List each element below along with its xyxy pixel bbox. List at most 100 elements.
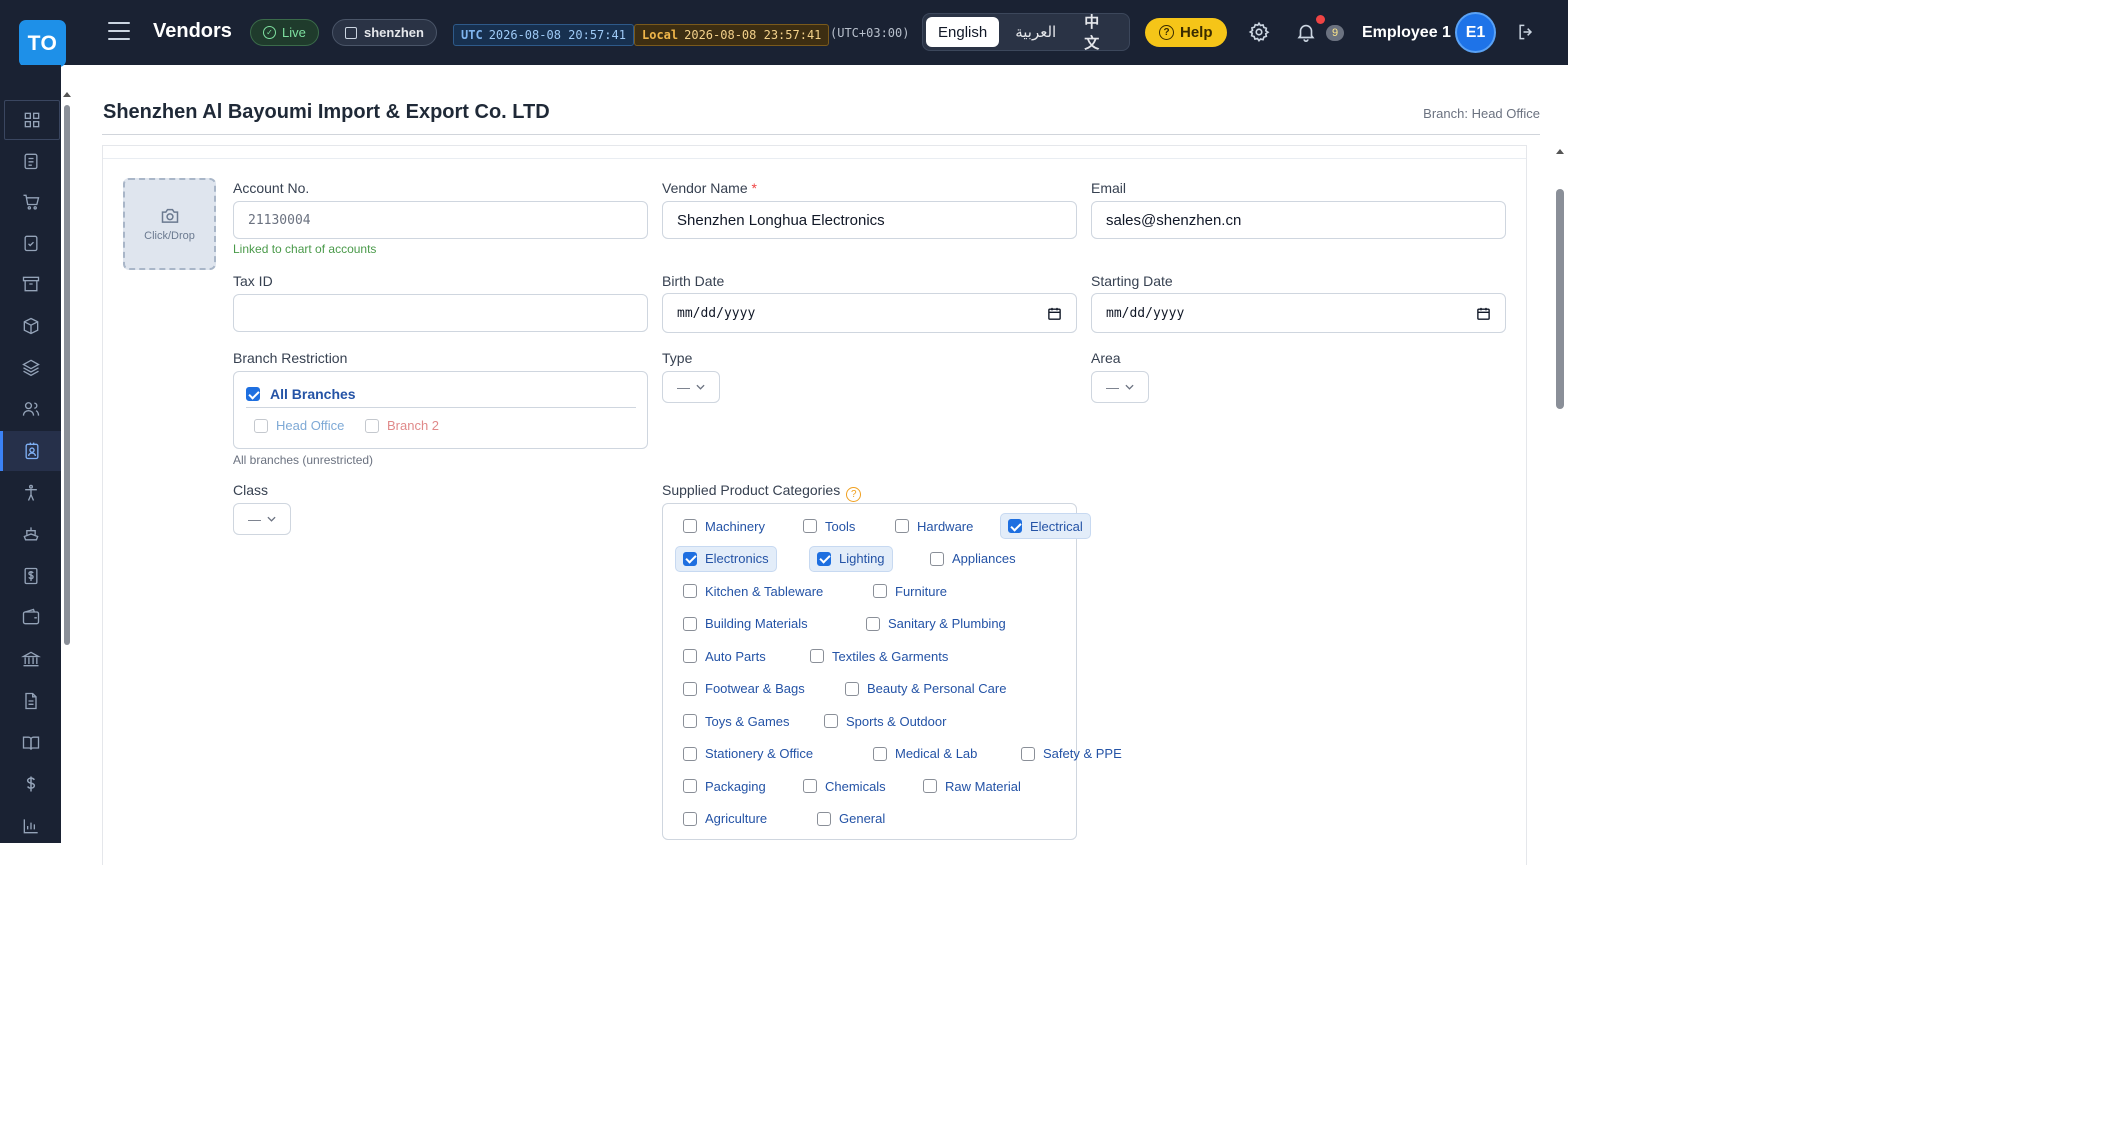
language-chinese-button[interactable]: 中文: [1072, 14, 1126, 52]
checkbox[interactable]: [683, 681, 697, 696]
all-branches-checkbox[interactable]: All Branches: [246, 386, 356, 402]
category-option[interactable]: Beauty & Personal Care: [837, 676, 1014, 702]
category-option[interactable]: Raw Material: [915, 773, 1029, 799]
checkbox[interactable]: [683, 811, 697, 826]
category-option[interactable]: Hardware: [887, 513, 981, 539]
sidebar-item-tasks[interactable]: [0, 223, 61, 263]
sidebar-scroll-thumb[interactable]: [64, 105, 70, 645]
photo-drop-zone[interactable]: Click/Drop: [123, 178, 216, 270]
checkbox[interactable]: [1021, 746, 1035, 761]
checkbox[interactable]: [254, 418, 268, 433]
category-option[interactable]: Medical & Lab: [865, 741, 985, 767]
checkbox-checked[interactable]: [683, 551, 697, 566]
checkbox[interactable]: [873, 584, 887, 598]
live-status-badge[interactable]: ✓ Live: [250, 19, 319, 46]
checkbox[interactable]: [873, 746, 887, 761]
category-option[interactable]: Safety & PPE: [1013, 741, 1130, 767]
sidebar-item-users[interactable]: [0, 389, 61, 429]
category-option[interactable]: Chemicals: [795, 773, 894, 799]
scroll-up-arrow-icon[interactable]: [1556, 149, 1564, 154]
user-name[interactable]: Employee 1: [1362, 24, 1451, 42]
question-icon[interactable]: ?: [846, 487, 862, 502]
checkbox[interactable]: [866, 616, 880, 631]
sidebar-item-layers[interactable]: [0, 347, 61, 387]
sidebar-item-accessibility[interactable]: [0, 473, 61, 513]
page-scrollbar[interactable]: [1553, 145, 1568, 843]
account-no-input[interactable]: 21130004: [233, 201, 648, 239]
category-option[interactable]: Agriculture: [675, 806, 775, 832]
checkbox[interactable]: [923, 779, 937, 793]
sidebar-item-dashboard[interactable]: [4, 100, 60, 140]
category-option[interactable]: Machinery: [675, 513, 773, 539]
sidebar-item-cart[interactable]: [0, 182, 61, 222]
scroll-up-arrow-icon[interactable]: [63, 92, 71, 97]
sidebar-item-currency[interactable]: [0, 764, 61, 804]
organization-selector[interactable]: shenzhen: [332, 19, 437, 46]
category-option[interactable]: Footwear & Bags: [675, 676, 813, 702]
calendar-icon[interactable]: [1047, 306, 1062, 321]
menu-toggle-icon[interactable]: [108, 22, 130, 40]
checkbox[interactable]: [365, 418, 379, 433]
sidebar-item-reports[interactable]: [0, 806, 61, 846]
checkbox[interactable]: [683, 584, 697, 598]
checkbox-checked[interactable]: [246, 387, 260, 401]
checkbox[interactable]: [683, 616, 697, 631]
sidebar-item-orders[interactable]: [0, 141, 61, 181]
category-option[interactable]: Textiles & Garments: [802, 643, 956, 669]
starting-date-input[interactable]: mm/dd/yyyy: [1091, 293, 1506, 333]
checkbox[interactable]: [810, 649, 824, 663]
type-select[interactable]: —: [662, 371, 720, 403]
checkbox[interactable]: [683, 649, 697, 663]
vendor-name-input[interactable]: Shenzhen Longhua Electronics: [662, 201, 1077, 239]
category-option[interactable]: Appliances: [922, 546, 1024, 572]
category-option[interactable]: Electronics: [675, 545, 777, 572]
checkbox[interactable]: [824, 714, 838, 728]
checkbox-checked[interactable]: [817, 551, 831, 566]
gear-icon[interactable]: [1248, 21, 1270, 43]
category-option[interactable]: Sports & Outdoor: [816, 708, 954, 734]
sidebar-item-shipping[interactable]: [0, 514, 61, 554]
sidebar-item-finance[interactable]: [0, 556, 61, 596]
category-option[interactable]: Electrical: [1000, 513, 1091, 539]
checkbox[interactable]: [895, 519, 909, 533]
category-option[interactable]: General: [809, 806, 893, 832]
category-option[interactable]: Furniture: [865, 578, 955, 604]
branch-option-branch-2[interactable]: Branch 2: [365, 418, 439, 433]
checkbox[interactable]: [803, 779, 817, 793]
category-option[interactable]: Building Materials: [675, 611, 816, 637]
sidebar-item-vendors[interactable]: [0, 431, 61, 471]
checkbox[interactable]: [845, 681, 859, 696]
sidebar-item-archive[interactable]: [0, 264, 61, 304]
page-scroll-thumb[interactable]: [1556, 189, 1564, 409]
area-select[interactable]: —: [1091, 371, 1149, 403]
checkbox[interactable]: [930, 551, 944, 566]
category-option[interactable]: Sanitary & Plumbing: [858, 611, 1014, 637]
checkbox[interactable]: [683, 779, 697, 793]
sidebar-item-ledger[interactable]: [0, 723, 61, 763]
calendar-icon[interactable]: [1476, 306, 1491, 321]
sidebar-scrollbar[interactable]: [63, 92, 71, 652]
tax-id-input[interactable]: [233, 294, 648, 332]
category-option[interactable]: Stationery & Office: [675, 741, 821, 767]
branch-option-head-office[interactable]: Head Office: [254, 418, 344, 433]
app-logo[interactable]: TO: [19, 20, 66, 67]
checkbox[interactable]: [817, 811, 831, 826]
email-input[interactable]: sales@shenzhen.cn: [1091, 201, 1506, 239]
class-select[interactable]: —: [233, 503, 291, 535]
category-option[interactable]: Auto Parts: [675, 643, 774, 669]
avatar[interactable]: E1: [1455, 12, 1496, 53]
sidebar-item-documents[interactable]: [0, 681, 61, 721]
checkbox[interactable]: [803, 519, 817, 533]
logout-icon[interactable]: [1516, 22, 1536, 42]
language-arabic-button[interactable]: العربية: [1003, 17, 1068, 47]
checkbox[interactable]: [683, 746, 697, 761]
sidebar-item-bank[interactable]: [0, 639, 61, 679]
checkbox[interactable]: [683, 714, 697, 728]
category-option[interactable]: Toys & Games: [675, 708, 798, 734]
sidebar-item-wallet[interactable]: [0, 597, 61, 637]
sidebar-item-products[interactable]: [0, 306, 61, 346]
language-english-button[interactable]: English: [926, 17, 1000, 47]
checkbox[interactable]: [683, 519, 697, 533]
category-option[interactable]: Lighting: [809, 545, 893, 572]
category-option[interactable]: Kitchen & Tableware: [675, 578, 831, 604]
